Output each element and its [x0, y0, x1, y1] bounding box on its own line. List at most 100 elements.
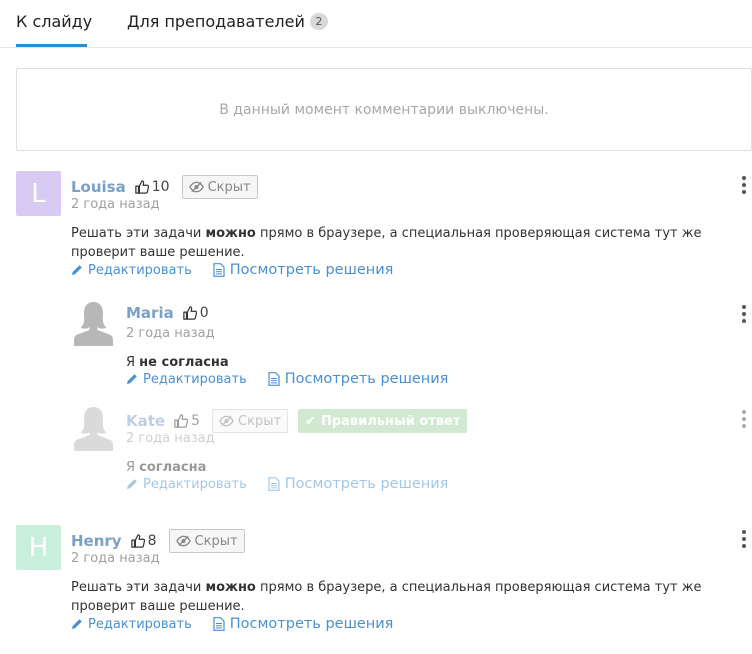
comment-text: Я согласна — [126, 458, 206, 477]
comment-header: Henry 8 Скрыт — [71, 529, 245, 553]
correct-answer-label: Правильный ответ — [320, 413, 461, 429]
eye-slash-icon — [188, 181, 204, 193]
like-count: 10 — [151, 179, 170, 195]
edit-button[interactable]: Редактировать — [126, 477, 247, 492]
comments-page: К слайду Для преподавателей 2 В данный мо… — [0, 0, 752, 654]
hidden-toggle-button[interactable]: Скрыт — [168, 529, 245, 553]
pencil-icon — [127, 374, 137, 384]
edit-button[interactable]: Редактировать — [71, 617, 192, 632]
comment-text-part: Я — [126, 460, 140, 475]
like-button[interactable]: 0 — [182, 305, 209, 321]
comment-henry: H Henry 8 Скрыт 2 года назад Решать эти … — [16, 525, 752, 635]
kebab-menu-icon[interactable] — [736, 530, 752, 548]
comment-text-part: прямо в браузере, а специальная проверяю… — [255, 580, 702, 595]
hidden-label: Скрыт — [207, 179, 251, 195]
comment-header: Louisa 10 Скрыт — [71, 175, 258, 199]
comment-maria: Maria 0 2 года назад Я не согласна Редак… — [71, 300, 752, 392]
avatar[interactable]: H — [16, 525, 61, 570]
pencil-icon — [72, 619, 82, 629]
comment-text-part: Решать эти задачи — [71, 580, 206, 595]
kebab-menu-icon[interactable] — [736, 305, 752, 323]
document-icon — [268, 477, 280, 491]
check-icon: ✔ — [305, 413, 316, 429]
comment-kate: Kate 5 Скрыт ✔ Правильный ответ 2 года н… — [71, 405, 752, 497]
edit-label: Редактировать — [88, 262, 192, 278]
comment-text: Решать эти задачи можно прямо в браузере… — [71, 578, 701, 616]
comment-text-bold: не согласна — [139, 355, 229, 370]
comment-time: 2 года назад — [71, 551, 160, 566]
like-count: 0 — [199, 305, 209, 321]
kebab-menu-icon[interactable] — [736, 176, 752, 194]
comment-actions: Редактировать Посмотреть решения — [71, 616, 393, 632]
user-silhouette-icon[interactable] — [71, 300, 116, 348]
edit-button[interactable]: Редактировать — [71, 263, 192, 278]
document-icon — [213, 263, 225, 277]
thumbs-up-icon — [174, 414, 189, 428]
comment-text-part: Решать эти задачи — [71, 226, 206, 241]
view-solutions-label: Посмотреть решения — [229, 262, 394, 278]
kebab-menu-icon[interactable] — [736, 410, 752, 428]
correct-answer-badge[interactable]: ✔ Правильный ответ — [298, 409, 468, 433]
view-solutions-button[interactable]: Посмотреть решения — [213, 262, 394, 278]
comment-text-line2: проверит ваше решение. — [71, 245, 245, 260]
comment-text-part: Я — [126, 355, 140, 370]
comment-time: 2 года назад — [126, 326, 215, 341]
avatar-letter: L — [31, 178, 46, 209]
tab-teachers[interactable]: Для преподавателей 2 — [127, 12, 328, 31]
view-solutions-label: Посмотреть решения — [229, 616, 394, 632]
thumbs-up-icon — [182, 306, 197, 320]
comment-text: Я не согласна — [126, 353, 229, 372]
like-button[interactable]: 8 — [130, 533, 157, 549]
tab-teachers-label: Для преподавателей — [127, 12, 305, 31]
like-button[interactable]: 10 — [134, 179, 170, 195]
author-name[interactable]: Louisa — [71, 178, 126, 196]
edit-label: Редактировать — [88, 616, 192, 632]
hidden-toggle-button[interactable]: Скрыт — [181, 175, 258, 199]
thumbs-up-icon — [134, 180, 149, 194]
avatar-letter: H — [28, 532, 49, 563]
author-name[interactable]: Maria — [126, 304, 174, 322]
comment-text-bold: согласна — [139, 460, 207, 475]
hidden-label: Скрыт — [238, 413, 282, 429]
author-name[interactable]: Kate — [126, 412, 165, 430]
active-tab-indicator — [16, 44, 87, 47]
edit-label: Редактировать — [143, 476, 247, 492]
document-icon — [268, 372, 280, 386]
tab-slide-label: К слайду — [16, 12, 93, 31]
like-count: 8 — [147, 533, 157, 549]
tab-teachers-count-badge: 2 — [309, 13, 328, 30]
avatar[interactable]: L — [16, 171, 61, 216]
view-solutions-label: Посмотреть решения — [284, 476, 449, 492]
view-solutions-button[interactable]: Посмотреть решения — [213, 616, 394, 632]
author-name[interactable]: Henry — [71, 532, 122, 550]
comment-text-bold: можно — [205, 580, 256, 595]
hidden-toggle-button[interactable]: Скрыт — [212, 409, 289, 433]
tabs-bar: К слайду Для преподавателей 2 — [0, 0, 752, 48]
comment-actions: Редактировать Посмотреть решения — [126, 476, 448, 492]
view-solutions-button[interactable]: Посмотреть решения — [268, 371, 449, 387]
comment-text: Решать эти задачи можно прямо в браузере… — [71, 224, 701, 262]
tab-slide[interactable]: К слайду — [16, 12, 92, 31]
document-icon — [213, 617, 225, 631]
pencil-icon — [127, 479, 137, 489]
comment-actions: Редактировать Посмотреть решения — [71, 262, 393, 278]
comment-text-line2: проверит ваше решение. — [71, 599, 245, 614]
comment-header: Kate 5 Скрыт ✔ Правильный ответ — [126, 409, 468, 433]
like-button[interactable]: 5 — [174, 413, 200, 429]
comments-disabled-text: В данный момент комментарии выключены. — [219, 101, 549, 118]
eye-slash-icon — [175, 535, 191, 547]
user-silhouette-icon[interactable] — [71, 405, 116, 453]
comment-time: 2 года назад — [126, 431, 215, 446]
edit-button[interactable]: Редактировать — [126, 372, 247, 387]
thumbs-up-icon — [130, 534, 145, 548]
comments-disabled-notice: В данный момент комментарии выключены. — [16, 68, 752, 151]
eye-slash-icon — [219, 415, 234, 427]
comment-actions: Редактировать Посмотреть решения — [126, 371, 448, 387]
view-solutions-button[interactable]: Посмотреть решения — [268, 476, 449, 492]
comment-header: Maria 0 — [126, 304, 209, 322]
comment-louisa: L Louisa 10 Скрыт 2 года назад Решать эт… — [16, 171, 752, 281]
edit-label: Редактировать — [143, 371, 247, 387]
like-count: 5 — [191, 413, 201, 429]
view-solutions-label: Посмотреть решения — [284, 371, 449, 387]
comment-time: 2 года назад — [71, 197, 160, 212]
